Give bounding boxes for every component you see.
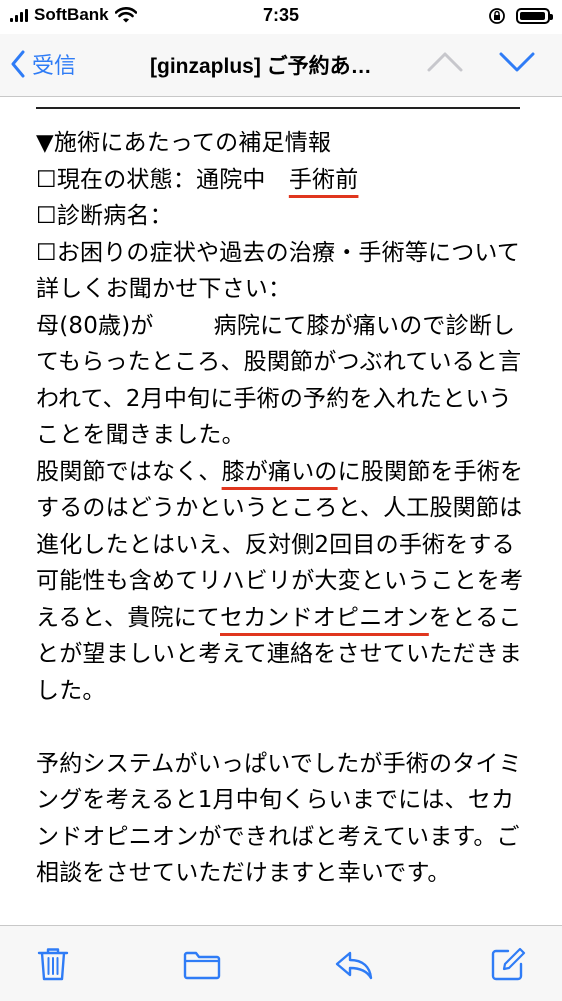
chevron-up-icon [427, 52, 463, 72]
nav-bar: 受信 [ginzaplus] ご予約あ… [0, 34, 562, 97]
battery-fill [520, 12, 545, 20]
status-right [488, 7, 553, 25]
folder-icon [183, 951, 221, 980]
reply-icon [335, 951, 373, 980]
back-button[interactable]: 受信 [10, 48, 76, 80]
para2-start: 股関節ではなく、 [36, 458, 222, 485]
chevron-left-icon [11, 50, 25, 78]
underlined-second-opinion: セカンドオピニオン [220, 604, 429, 631]
move-to-folder-button[interactable] [183, 950, 221, 984]
email-text: ▼施術にあたっての補足情報 ☐現在の状態：通院中 手術前 ☐診断病名： ☐お困り… [36, 125, 526, 892]
email-subject: [ginzaplus] ご予約あ… [150, 55, 372, 78]
email-body[interactable]: ▼施術にあたっての補足情報 ☐現在の状態：通院中 手術前 ☐診断病名： ☐お困り… [0, 97, 562, 925]
orientation-lock-icon [489, 8, 505, 24]
compose-button[interactable] [490, 946, 526, 986]
chevron-down-icon [499, 52, 535, 72]
trash-icon [37, 948, 69, 981]
para1-start: 母(80歳)が [36, 312, 154, 339]
paragraph-3: 予約システムがいっぱいでしたが手術のタイミングを考えると1月中旬くらいまでには、… [36, 750, 522, 887]
next-message-button[interactable] [498, 50, 536, 78]
status-value: 手術前 [288, 166, 359, 193]
reply-button[interactable] [334, 950, 374, 984]
previous-message-button[interactable] [426, 50, 464, 78]
trash-button[interactable] [36, 946, 70, 986]
underlined-knee-pain: 膝が痛いの [221, 458, 338, 485]
compose-icon [491, 947, 526, 981]
clock: 7:35 [262, 5, 300, 25]
bottom-toolbar [0, 925, 562, 1001]
diagnosis-line: ☐診断病名： [36, 203, 173, 229]
back-label: 受信 [32, 54, 77, 79]
battery-icon [516, 8, 553, 24]
section-heading: ▼施術にあたっての補足情報 [36, 130, 332, 156]
symptoms-question: ☐お困りの症状や過去の治療・手術等について詳しくお聞かせ下さい： [36, 239, 521, 303]
paragraph-1: 母(80歳)が 病院にて膝が痛いので診断してもらったところ、股関節がつぶれていると… [36, 308, 526, 454]
status-bar: SoftBank 7:35 [0, 0, 562, 34]
paragraph-2: 股関節ではなく、膝が痛いのに股関節を手術をするのはどうかというところと、人工股関… [36, 454, 526, 710]
divider [36, 107, 520, 109]
status-line: ☐現在の状態：通院中 手術前 [36, 162, 526, 199]
status-label: ☐現在の状態：通院中 [36, 166, 266, 193]
